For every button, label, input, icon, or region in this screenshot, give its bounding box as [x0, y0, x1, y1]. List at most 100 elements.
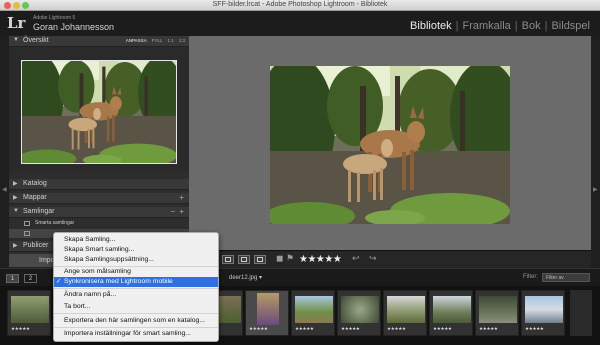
thumbnail-image: [341, 296, 379, 323]
menu-create-smart-collection[interactable]: Skapa Smart samling...: [54, 245, 218, 255]
menu-separator: [54, 327, 218, 328]
filmstrip-source-path[interactable]: deer12.jpg ▾: [229, 274, 262, 281]
menu-item-label: Ändra namn på...: [64, 291, 117, 298]
filmstrip-thumb[interactable]: ★★★★★: [475, 290, 519, 336]
people-view-button[interactable]: [254, 255, 266, 264]
thumbnail-image: [525, 296, 563, 323]
module-slideshow[interactable]: Bildspel: [547, 20, 594, 32]
right-panel-edge[interactable]: ▶: [591, 36, 600, 268]
thumbnail-image: [11, 296, 49, 323]
flag-icon[interactable]: ⚑: [286, 253, 294, 264]
thumbnail-image: [387, 296, 425, 323]
module-library[interactable]: Bibliotek: [406, 20, 456, 32]
zoom-fit-option[interactable]: ANPASSA: [126, 38, 147, 43]
menu-set-target-collection[interactable]: Ange som målsamling: [54, 267, 218, 277]
thumbnail-image: [479, 296, 517, 323]
survey-view-button[interactable]: [238, 255, 250, 264]
window-titlebar: SFF-bilder.lrcat - Adobe Photoshop Light…: [0, 0, 600, 11]
filmstrip-thumb[interactable]: ★★★★★: [521, 290, 565, 336]
menu-create-collection-set[interactable]: Skapa Samlingsuppsättning...: [54, 255, 218, 265]
folders-title: Mappar: [23, 194, 47, 201]
module-book[interactable]: Bok: [518, 20, 545, 32]
zoom-1-1-option[interactable]: 1:1: [167, 38, 173, 43]
rotate-left-icon[interactable]: ↩: [352, 253, 360, 264]
left-panel-edge[interactable]: ◀: [0, 36, 9, 268]
menu-item-label: Synkronisera med Lightroom mobile: [64, 278, 173, 285]
disclosure-open-icon[interactable]: ▼: [13, 208, 19, 214]
loupe-view[interactable]: [189, 36, 591, 250]
people-view-icon: [257, 257, 263, 262]
thumb-rating: ★★★★★: [249, 326, 268, 331]
filmstrip-thumb[interactable]: ★★★★★: [245, 290, 289, 336]
thumb-rating: ★★★★★: [479, 326, 498, 331]
thumbnail-image: [433, 296, 471, 323]
zoom-1-3-option[interactable]: 1:3: [179, 38, 185, 43]
menu-rename[interactable]: Ändra namn på...: [54, 290, 218, 300]
catalog-header[interactable]: ▶ Katalog: [9, 179, 189, 190]
filmstrip-thumb[interactable]: ★★★★★: [383, 290, 427, 336]
lightroom-logo: Lr: [7, 14, 26, 32]
filter-label: Filter:: [523, 274, 538, 280]
catalog-subtitle: Adobe Lightroom 5: [33, 15, 76, 21]
disclosure-closed-icon[interactable]: ▶: [13, 242, 18, 249]
catalog-user-name: Goran Johannesson: [33, 22, 115, 32]
thumbnail-image: [295, 296, 333, 323]
filmstrip-thumb[interactable]: ★★★★★: [429, 290, 473, 336]
thumb-rating: ★★★★★: [525, 326, 544, 331]
menu-item-label: Ange som målsamling: [64, 268, 131, 275]
smart-collections-row[interactable]: Smarta samlingar: [9, 219, 189, 228]
filter-dropdown[interactable]: Filter av: [542, 273, 590, 282]
menu-item-label: Exportera den här samlingen som en katal…: [64, 317, 205, 324]
folders-header[interactable]: ▶ Mappar +: [9, 193, 189, 204]
compare-view-icon: [225, 257, 231, 262]
menu-create-collection[interactable]: Skapa Samling...: [54, 235, 218, 245]
module-develop[interactable]: Framkalla: [458, 20, 514, 32]
loupe-photo: [270, 66, 510, 224]
primary-window-button[interactable]: 1: [6, 274, 19, 283]
rating-stars[interactable]: ★★★★★: [299, 254, 342, 265]
collections-title: Samlingar: [23, 208, 55, 215]
navigator-header[interactable]: ▼ Översikt ANPASSA FYLL 1:1 1:3: [9, 36, 189, 47]
disclosure-closed-icon[interactable]: ▶: [13, 194, 18, 201]
library-toolbar: ◼ ⚑ ★★★★★ ↩ ↪: [189, 250, 591, 268]
thumbnail-image: [257, 293, 279, 325]
thumb-rating: ★★★★★: [11, 326, 30, 331]
filmstrip-thumb[interactable]: ★★★★★: [291, 290, 335, 336]
navigator-title: Översikt: [23, 37, 49, 44]
zoom-fill-option[interactable]: FYLL: [152, 38, 163, 43]
add-collection-button[interactable]: +: [179, 207, 184, 216]
rotate-right-icon[interactable]: ↪: [369, 253, 377, 264]
smart-collections-label: Smarta samlingar: [35, 220, 75, 226]
compare-view-button[interactable]: [222, 255, 234, 264]
expand-right-icon[interactable]: ▶: [593, 186, 598, 193]
menu-sync-lightroom-mobile[interactable]: ✓ Synkronisera med Lightroom mobile: [54, 277, 218, 287]
painter-icon[interactable]: ◼: [276, 253, 283, 264]
secondary-window-button[interactable]: 2: [24, 274, 37, 283]
menu-item-label: Importera inställningar för smart samlin…: [64, 330, 191, 337]
filmstrip-scroll-area[interactable]: [570, 290, 592, 336]
filmstrip-thumb[interactable]: ★★★★★: [7, 290, 51, 336]
menu-export-as-catalog[interactable]: Exportera den här samlingen som en katal…: [54, 316, 218, 326]
collapse-left-icon[interactable]: ◀: [2, 186, 7, 193]
remove-collection-button[interactable]: −: [170, 207, 175, 216]
add-folder-button[interactable]: +: [179, 193, 184, 202]
catalog-title: Katalog: [23, 180, 47, 187]
thumb-rating: ★★★★★: [295, 326, 314, 331]
disclosure-open-icon[interactable]: ▼: [13, 37, 19, 43]
collections-context-menu: Skapa Samling... Skapa Smart samling... …: [53, 232, 219, 342]
menu-item-label: Ta bort...: [64, 303, 91, 310]
menu-import-smart-collection-settings[interactable]: Importera inställningar för smart samlin…: [54, 329, 218, 339]
module-picker: Bibliotek | Framkalla | Bok | Bildspel: [406, 20, 594, 32]
collections-header[interactable]: ▼ Samlingar − +: [9, 207, 189, 218]
checkmark-icon: ✓: [56, 278, 62, 285]
collection-icon: [24, 231, 30, 236]
thumb-rating: ★★★★★: [387, 326, 406, 331]
menu-separator: [54, 288, 218, 289]
navigator-preview[interactable]: [9, 47, 189, 172]
publish-title: Publicer: [23, 242, 49, 249]
collection-set-icon: [24, 221, 30, 226]
menu-delete[interactable]: Ta bort...: [54, 302, 218, 312]
filmstrip-thumb[interactable]: ★★★★★: [337, 290, 381, 336]
navigator-view-frame[interactable]: [21, 60, 177, 164]
disclosure-closed-icon[interactable]: ▶: [13, 180, 18, 187]
